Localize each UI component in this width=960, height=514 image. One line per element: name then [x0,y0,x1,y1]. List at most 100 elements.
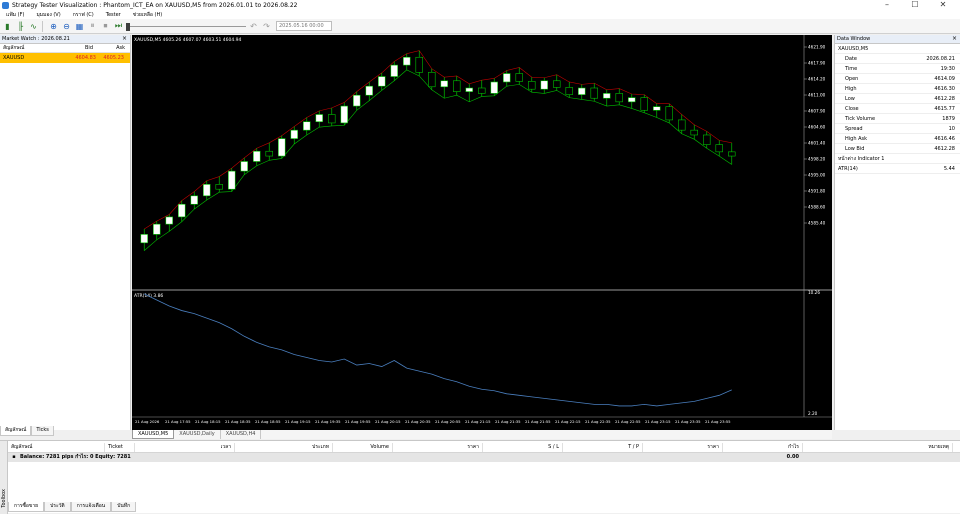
balance-row[interactable]: ▪ Balance: 7281 pips กำไร: 0 Equity: 728… [8,453,960,462]
price-label: 4588.60 [808,205,826,210]
candle-body [215,184,223,190]
data-window-row: High Ask 4616.46 [835,134,960,144]
toolbox-side-tab[interactable]: Toolbox [0,441,8,514]
data-window-row: Low Bid 4612.28 [835,144,960,154]
candle-body [478,87,486,94]
col-tp[interactable]: T / P [563,443,643,452]
step-back-icon[interactable]: ↶ [248,21,259,32]
price-label: 4614.20 [808,77,826,82]
candle-body [253,150,261,162]
candle-body [628,97,636,103]
candle-body [565,87,573,95]
speed-slider-thumb[interactable] [126,22,130,31]
candle-body [178,203,186,218]
time-label: 21 Aug 20:55 [435,419,461,424]
tab-xauusd-h4[interactable]: XAUUSD,H4 [221,430,262,439]
data-window-panel: Data Window × XAUUSD,M5 Date 2026.08.21 Ti… [834,35,960,430]
candle-body [203,184,211,197]
col-bid[interactable]: Bid [62,44,96,52]
col-comment[interactable]: หมายเหตุ [803,443,953,452]
candle-body [528,81,536,90]
minimize-icon[interactable]: – [876,0,898,10]
speed-slider[interactable] [126,21,246,32]
candle-body [190,195,198,205]
time-label: 21 Aug 22:35 [585,419,611,424]
toolbox-tabs: การซื้อขาย ประวัติ การแจ้งเตือน บันทึก [8,502,137,512]
col-ask[interactable]: Ask [96,44,128,52]
tab-xauusd-daily[interactable]: XAUUSD,Daily [174,430,221,439]
col-time[interactable]: เวลา [135,443,235,452]
candle-body [228,170,236,190]
tab-xauusd-m5[interactable]: XAUUSD,M5 [132,430,175,439]
lower-band-line [144,69,732,251]
skip-icon[interactable]: ⏭ [113,21,124,32]
col-profit[interactable]: กำไร [723,443,803,452]
candle-chart-icon[interactable]: ▮ [2,21,13,32]
col-type[interactable]: ประเภท [235,443,333,452]
menu-chart[interactable]: กราฟ (C) [73,11,94,19]
tab-history[interactable]: ประวัติ [44,502,71,512]
time-label: 21 Aug 18:15 [195,419,221,424]
candle-body [690,129,698,136]
data-window-value: 4616.30 [934,86,955,92]
col-price-current[interactable]: ราคา [643,443,723,452]
indicator-value: 5.44 [943,166,955,172]
price-label: 4607.90 [808,109,826,114]
col-sl[interactable]: S / L [483,443,563,452]
menu-bar: แฟ้ม (F) มุมมอง (V) กราฟ (C) Tester ช่วย… [0,10,960,19]
maximize-icon[interactable]: ☐ [904,0,926,10]
data-window-row: High 4616.30 [835,84,960,94]
tab-ticks[interactable]: Ticks [31,426,54,436]
menu-help[interactable]: ช่วยเหลือ (H) [133,11,162,19]
candle-body [140,234,148,244]
price-chart[interactable]: XAUUSD,M5 4605.26 4607.07 4603.51 4604.9… [132,35,832,430]
col-volume[interactable]: Volume [333,443,393,452]
symbol-bid: 4604.83 [75,55,96,61]
close-icon[interactable]: × [952,35,957,43]
col-ticket[interactable]: Ticket [105,443,135,452]
menu-tester[interactable]: Tester [106,12,121,18]
col-price[interactable]: ราคา [393,443,483,452]
time-label: 21 Aug 18:35 [225,419,251,424]
symbol-row[interactable]: XAUUSD 4604.83 4605.23 [0,53,130,63]
tab-journal[interactable]: บันทึก [111,502,137,512]
candle-body [315,114,323,123]
data-window-key: Date [845,56,857,62]
stop-icon[interactable]: ⏹ [100,21,111,32]
menu-view[interactable]: มุมมอง (V) [36,11,60,19]
candle-body [640,97,648,111]
close-icon[interactable]: × [122,35,127,43]
price-label: 4621.90 [808,45,826,50]
time-label: 21 Aug 23:55 [705,419,731,424]
time-label: 21 Aug 2026 [135,419,160,424]
line-chart-icon[interactable]: ∿ [28,21,39,32]
grid-icon[interactable]: ▦ [74,21,85,32]
close-icon[interactable]: ✕ [932,0,954,10]
zoom-out-icon[interactable]: ⊖ [61,21,72,32]
skip-to-date-input[interactable]: 2025.05.16 00:00 [276,21,332,31]
data-window-value: 4616.46 [934,136,955,142]
balance-marker-icon: ▪ [12,454,16,460]
data-window-value: 4615.77 [934,106,955,112]
candle-body [590,87,598,99]
app-icon [2,1,9,9]
tab-trade[interactable]: การซื้อขาย [8,502,45,512]
pause-icon[interactable]: ⏸ [87,21,98,32]
bar-chart-icon[interactable]: ╟ [15,21,26,32]
col-symbol[interactable]: สัญลักษณ์ [8,443,105,452]
data-window-value: 4614.09 [934,76,955,82]
candle-body [265,150,273,157]
col-symbol[interactable]: สัญลักษณ์ [0,44,62,52]
step-forward-icon[interactable]: ↷ [261,21,272,32]
candle-body [290,129,298,139]
balance-text: Balance: 7281 pips กำไร: 0 Equity: 7281 [20,454,131,460]
atr-axis-label: 10.26 [808,290,820,295]
time-label: 21 Aug 23:35 [675,419,701,424]
data-window-key: High Ask [845,136,868,142]
tab-alerts[interactable]: การแจ้งเตือน [70,502,112,512]
tab-symbols[interactable]: สัญลักษณ์ [0,426,32,436]
zoom-in-icon[interactable]: ⊕ [48,21,59,32]
indicator-section: หน้าต่าง Indicator 1 [835,154,960,164]
menu-file[interactable]: แฟ้ม (F) [6,11,24,19]
symbol-ask: 4605.23 [103,55,124,61]
